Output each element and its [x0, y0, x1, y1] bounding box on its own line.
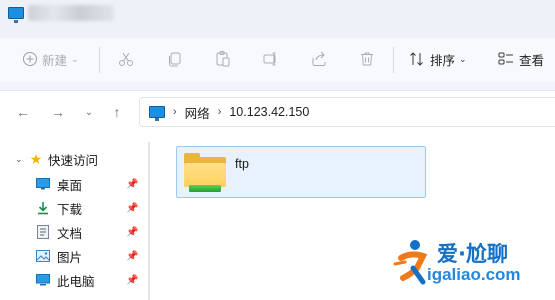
command-bar: 新建 ⌄ 排序 ⌄ 查看 — [0, 38, 555, 82]
copy-icon — [169, 52, 181, 67]
copy-button[interactable] — [166, 46, 184, 72]
sidebar-item-label: 快速访问 — [48, 153, 99, 168]
rename-icon — [263, 52, 276, 66]
sort-button[interactable]: 排序 ⌄ — [408, 46, 467, 72]
navigation-pane: ⌄ ★ 快速访问 桌面 📌 下载 📌 文档 📌 图片 📌 此电脑 📌 — [0, 132, 150, 300]
breadcrumb-chevron-icon: › — [217, 106, 222, 118]
rename-button[interactable] — [262, 46, 280, 72]
cut-button[interactable] — [117, 46, 135, 72]
computer-icon — [36, 273, 50, 287]
chevron-down-icon: ⌄ — [84, 106, 94, 118]
sidebar-item-label: 图片 — [57, 250, 83, 265]
sort-button-label: 排序 — [430, 53, 456, 68]
chevron-down-icon: ⌄ — [71, 53, 79, 64]
pin-icon: 📌 — [126, 250, 139, 262]
pin-icon: 📌 — [126, 178, 139, 190]
sidebar-item-label: 下载 — [57, 202, 83, 217]
view-button[interactable]: 查看 — [497, 46, 544, 72]
chevron-down-icon: ⌄ — [15, 153, 23, 164]
back-button[interactable]: ← — [12, 101, 34, 123]
address-row: ← → ⌄ ↑ › 网络 › 10.123.42.150 — [0, 90, 555, 132]
sidebar-item-documents[interactable]: 文档 📌 — [0, 220, 150, 244]
picture-icon — [36, 249, 50, 263]
new-button-label: 新建 — [42, 53, 68, 68]
window-title-redacted — [28, 5, 114, 21]
star-icon: ★ — [29, 150, 43, 167]
breadcrumb-item-network[interactable]: 网络 — [185, 103, 210, 122]
paste-button[interactable] — [214, 46, 232, 72]
sidebar-item-this-pc[interactable]: 此电脑 📌 — [0, 268, 150, 292]
view-list-icon — [498, 52, 513, 65]
sidebar-item-downloads[interactable]: 下载 📌 — [0, 196, 150, 220]
forward-button[interactable]: → — [47, 101, 69, 123]
document-icon — [36, 225, 50, 239]
pin-icon: 📌 — [126, 226, 139, 238]
sidebar-item-desktop[interactable]: 桌面 📌 — [0, 172, 150, 196]
view-button-label: 查看 — [519, 53, 545, 68]
arrow-left-icon: ← — [16, 104, 30, 120]
chevron-down-icon: ⌄ — [459, 53, 467, 64]
clipboard-icon — [216, 51, 230, 67]
sort-icon — [410, 52, 423, 66]
watermark: 爱·尬聊 igaliao.com — [391, 238, 541, 290]
sidebar-item-label: 文档 — [57, 226, 83, 241]
title-bar — [0, 0, 555, 38]
runner-logo — [393, 240, 428, 285]
file-name: ftp — [235, 157, 249, 171]
trash-icon — [361, 52, 373, 66]
sidebar-item-label: 此电脑 — [57, 274, 95, 289]
breadcrumb-item-host[interactable]: 10.123.42.150 — [229, 105, 309, 119]
pin-icon: 📌 — [126, 274, 139, 286]
up-button[interactable]: ↑ — [106, 101, 128, 123]
download-icon — [36, 201, 50, 215]
sidebar-item-label: 桌面 — [57, 178, 83, 193]
plus-circle-icon — [23, 52, 37, 66]
share-button[interactable] — [310, 46, 328, 72]
sidebar-item-pictures[interactable]: 图片 📌 — [0, 244, 150, 268]
pin-icon: 📌 — [126, 202, 139, 214]
arrow-up-icon: ↑ — [113, 104, 121, 120]
toolbar-divider — [393, 47, 394, 73]
network-computer-icon — [149, 106, 165, 121]
address-bar[interactable]: › 网络 › 10.123.42.150 — [139, 97, 555, 127]
sidebar-item-quick-access[interactable]: ⌄ ★ 快速访问 — [0, 147, 150, 171]
file-explorer-icon — [8, 7, 24, 23]
desktop-icon — [36, 177, 50, 191]
share-icon — [312, 51, 326, 66]
watermark-url: igaliao.com — [427, 265, 521, 284]
list-item[interactable]: ftp — [176, 146, 426, 198]
breadcrumb-chevron-icon: › — [173, 106, 177, 118]
network-folder-icon — [184, 153, 226, 193]
toolbar-divider — [99, 47, 100, 73]
arrow-right-icon: → — [51, 104, 65, 120]
watermark-title: 爱·尬聊 — [437, 242, 508, 266]
scissors-icon — [119, 52, 133, 66]
delete-button[interactable] — [358, 46, 376, 72]
recent-locations-button[interactable]: ⌄ — [78, 101, 100, 123]
new-button[interactable]: 新建 ⌄ — [22, 46, 79, 72]
